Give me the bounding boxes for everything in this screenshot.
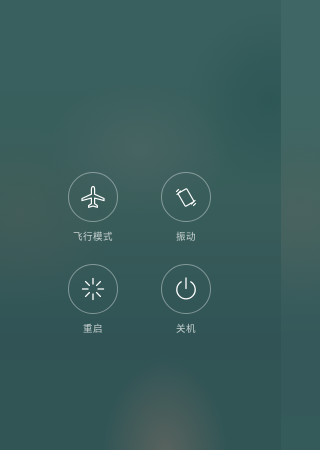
- power-off-button[interactable]: 关机: [139, 264, 233, 336]
- airplane-mode-button[interactable]: 飞行模式: [46, 172, 140, 244]
- airplane-mode-label: 飞行模式: [72, 232, 113, 243]
- reboot-icon: [81, 277, 105, 301]
- airplane-icon: [81, 185, 105, 208]
- vibrate-circle[interactable]: [161, 172, 211, 222]
- power-icon: [176, 277, 196, 300]
- reboot-label: 重启: [82, 324, 103, 335]
- reboot-button[interactable]: 重启: [46, 264, 140, 336]
- airplane-mode-circle[interactable]: [68, 172, 118, 222]
- vibrate-button[interactable]: 振动: [139, 172, 233, 244]
- vibrate-label: 振动: [175, 232, 196, 243]
- reboot-circle[interactable]: [68, 264, 118, 314]
- power-off-circle[interactable]: [161, 264, 211, 314]
- power-off-label: 关机: [175, 324, 196, 335]
- vibrate-icon: [175, 188, 197, 207]
